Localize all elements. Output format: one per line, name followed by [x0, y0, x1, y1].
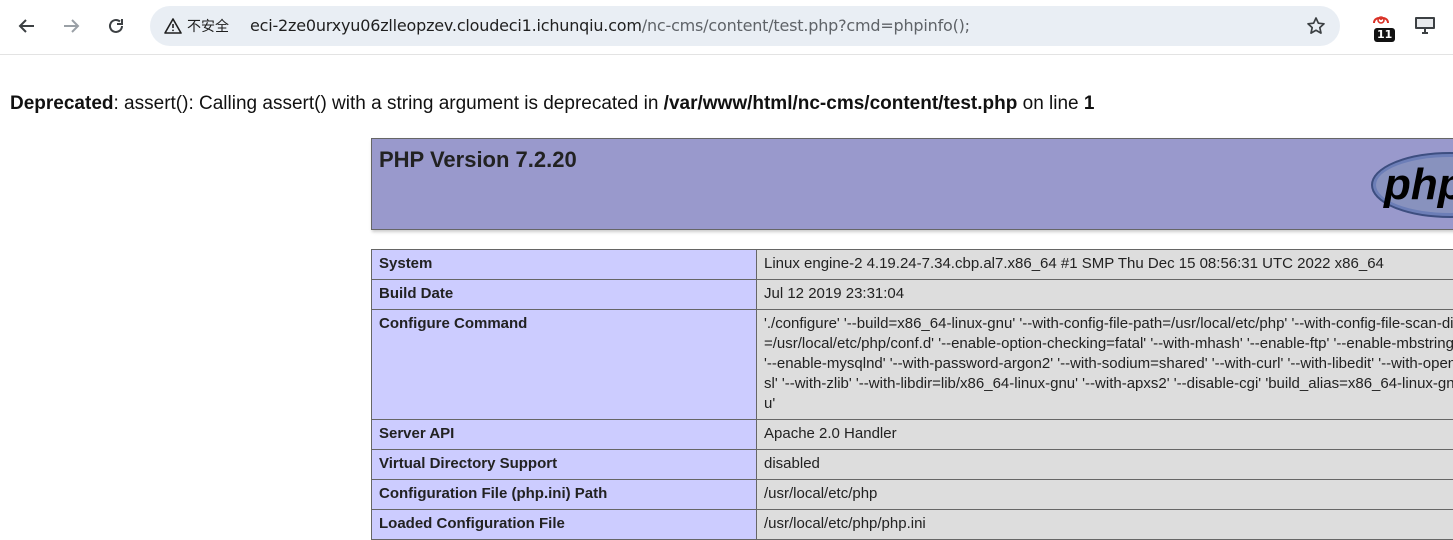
row-key: System [372, 250, 757, 280]
deprecated-message: : assert(): Calling assert() with a stri… [114, 93, 664, 114]
monitor-icon [1413, 14, 1437, 36]
row-key: Configuration File (php.ini) Path [372, 480, 757, 510]
bookmark-button[interactable] [1302, 12, 1330, 40]
security-chip[interactable]: 不安全 [158, 11, 239, 41]
row-value: /usr/local/etc/php [757, 480, 1453, 510]
star-icon [1306, 16, 1326, 36]
row-value: /usr/local/etc/php/php.ini [757, 510, 1453, 540]
deprecation-notice: Deprecated: assert(): Calling assert() w… [10, 93, 1094, 115]
row-value: Apache 2.0 Handler [757, 420, 1453, 450]
url-path: /nc-cms/content/test.php?cmd=phpinfo(); [642, 16, 970, 35]
table-row: Build DateJul 12 2019 23:31:04 [372, 280, 1453, 310]
phpinfo-header: PHP Version 7.2.20 php [371, 138, 1453, 230]
browser-toolbar: 不安全 eci-2ze0urxyu06zlleopzev.cloudeci1.i… [0, 0, 1453, 55]
reload-button[interactable] [98, 8, 134, 44]
row-value: disabled [757, 450, 1453, 480]
row-key: Virtual Directory Support [372, 450, 757, 480]
phpinfo-table: SystemLinux engine-2 4.19.24-7.34.cbp.al… [371, 249, 1453, 540]
deprecated-line: 1 [1084, 93, 1095, 114]
row-key: Server API [372, 420, 757, 450]
forward-button[interactable] [53, 8, 89, 44]
row-value: './configure' '--build=x86_64-linux-gnu'… [757, 310, 1453, 420]
reload-icon [107, 17, 125, 35]
back-arrow-icon [18, 17, 36, 35]
row-key: Build Date [372, 280, 757, 310]
table-row: Server APIApache 2.0 Handler [372, 420, 1453, 450]
table-row: SystemLinux engine-2 4.19.24-7.34.cbp.al… [372, 250, 1453, 280]
php-logo-text: php [1383, 160, 1453, 209]
url-text[interactable]: eci-2ze0urxyu06zlleopzev.cloudeci1.ichun… [250, 16, 970, 35]
table-row: Loaded Configuration File/usr/local/etc/… [372, 510, 1453, 540]
deprecated-file: /var/www/html/nc-cms/content/test.php [664, 93, 1018, 114]
row-value: Jul 12 2019 23:31:04 [757, 280, 1453, 310]
row-value: Linux engine-2 4.19.24-7.34.cbp.al7.x86_… [757, 250, 1453, 280]
php-version-title: PHP Version 7.2.20 [379, 147, 577, 173]
table-row: Configuration File (php.ini) Path/usr/lo… [372, 480, 1453, 510]
url-host: eci-2ze0urxyu06zlleopzev.cloudeci1.ichun… [250, 16, 642, 35]
extension-button[interactable]: 11 [1368, 12, 1398, 42]
security-label: 不安全 [187, 16, 229, 36]
row-key: Loaded Configuration File [372, 510, 757, 540]
deprecated-label: Deprecated [10, 93, 114, 114]
deprecated-online: on line [1017, 93, 1084, 114]
php-logo: php [1370, 145, 1453, 225]
cast-button[interactable] [1412, 12, 1442, 42]
table-row: Virtual Directory Supportdisabled [372, 450, 1453, 480]
warning-icon [164, 18, 182, 34]
back-button[interactable] [9, 8, 45, 44]
forward-arrow-icon [62, 17, 80, 35]
row-key: Configure Command [372, 310, 757, 420]
table-row: Configure Command'./configure' '--build=… [372, 310, 1453, 420]
address-bar[interactable]: 不安全 eci-2ze0urxyu06zlleopzev.cloudeci1.i… [150, 6, 1340, 46]
extension-badge: 11 [1374, 28, 1395, 42]
